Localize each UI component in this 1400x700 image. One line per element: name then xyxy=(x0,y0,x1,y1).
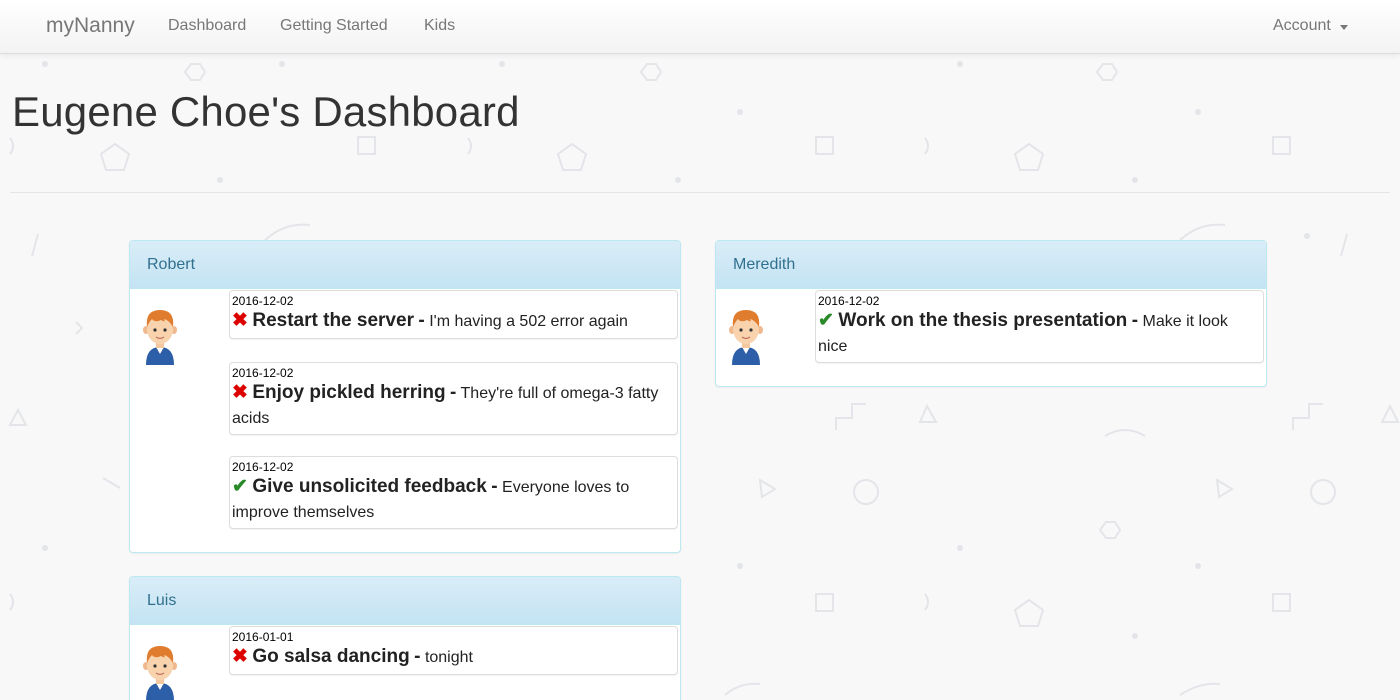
task-date: 2016-12-02 xyxy=(818,294,880,308)
x-icon: ✖ xyxy=(232,646,248,667)
kid-panel-robert: Robert 2016-12-02 ✖ Restart the server -… xyxy=(129,240,681,553)
x-icon: ✖ xyxy=(232,310,248,331)
kid-panel-heading: Robert xyxy=(130,241,680,289)
nav-link-getting-started[interactable]: Getting Started xyxy=(280,17,388,35)
task-separator: - xyxy=(414,646,421,667)
brand-logo[interactable]: myNanny xyxy=(46,14,135,38)
page-title: Eugene Choe's Dashboard xyxy=(12,88,520,135)
task-note: tonight xyxy=(424,649,473,666)
task-note: I'm having a 502 error again xyxy=(429,313,628,330)
boy-avatar-icon xyxy=(142,309,178,366)
task-title: Work on the thesis presentation xyxy=(838,310,1128,331)
task-date: 2016-01-01 xyxy=(232,630,294,644)
kid-panel-heading: Meredith xyxy=(716,241,1266,289)
task-date: 2016-12-02 xyxy=(232,294,294,308)
task-card[interactable]: 2016-01-01 ✖ Go salsa dancing - tonight xyxy=(229,626,678,675)
task-separator: - xyxy=(418,310,425,331)
check-icon: ✔ xyxy=(232,476,248,497)
task-title: Restart the server xyxy=(252,310,414,331)
kid-panel-heading: Luis xyxy=(130,577,680,625)
task-title: Enjoy pickled herring xyxy=(252,382,446,403)
task-card[interactable]: 2016-12-02 ✖ Enjoy pickled herring - The… xyxy=(229,362,678,435)
task-title: Go salsa dancing xyxy=(252,646,410,667)
task-separator: - xyxy=(450,382,457,403)
check-icon: ✔ xyxy=(818,310,834,331)
kid-panel-luis: Luis 2016-01-01 ✖ Go salsa dancing - ton… xyxy=(129,576,681,700)
kid-panel-meredith: Meredith 2016-12-02 ✔ Work on the thesis… xyxy=(715,240,1267,387)
task-title: Give unsolicited feedback xyxy=(252,476,487,497)
nav-link-dashboard[interactable]: Dashboard xyxy=(168,17,246,35)
task-date: 2016-12-02 xyxy=(232,366,294,380)
nav-link-kids[interactable]: Kids xyxy=(424,17,455,35)
caret-down-icon[interactable] xyxy=(1340,25,1348,30)
boy-avatar-icon xyxy=(142,645,178,700)
task-date: 2016-12-02 xyxy=(232,460,294,474)
account-dropdown[interactable]: Account xyxy=(1273,17,1331,35)
task-separator: - xyxy=(491,476,498,497)
x-icon: ✖ xyxy=(232,382,248,403)
top-navbar: myNanny Dashboard Getting Started Kids A… xyxy=(0,0,1400,54)
boy-avatar-icon xyxy=(728,309,764,366)
title-divider xyxy=(10,192,1390,193)
task-card[interactable]: 2016-12-02 ✔ Give unsolicited feedback -… xyxy=(229,456,678,529)
task-separator: - xyxy=(1131,310,1139,331)
task-card[interactable]: 2016-12-02 ✔ Work on the thesis presenta… xyxy=(815,290,1264,363)
task-card[interactable]: 2016-12-02 ✖ Restart the server - I'm ha… xyxy=(229,290,678,339)
